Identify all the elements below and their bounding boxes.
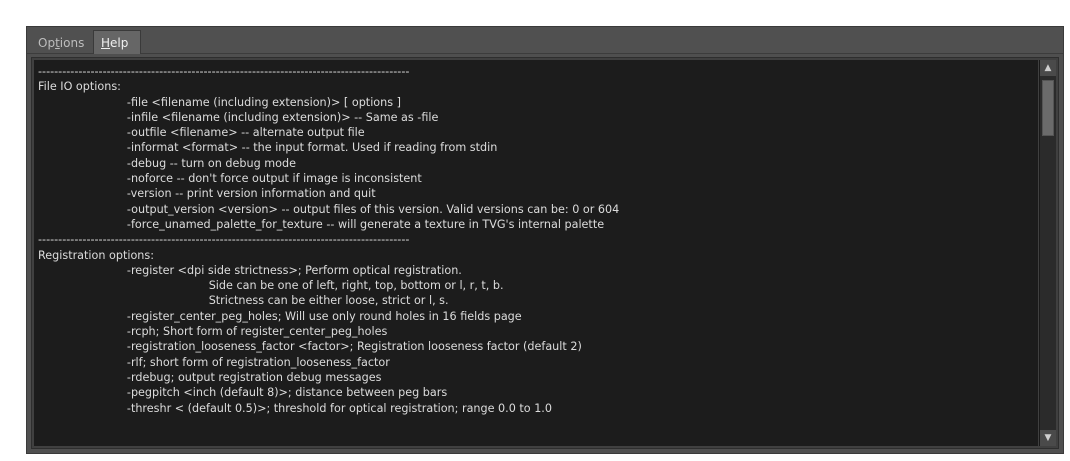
scroll-up-icon[interactable]: ▲ bbox=[1040, 60, 1056, 76]
tab-help-mnemonic: H bbox=[101, 36, 111, 50]
help-line: Strictness can be either loose, strict o… bbox=[38, 294, 449, 308]
tab-help[interactable]: Help bbox=[93, 30, 141, 54]
help-line: -registration_looseness_factor <factor>;… bbox=[38, 340, 582, 354]
help-text-area[interactable]: ----------------------------------------… bbox=[34, 60, 1038, 446]
help-line: -infile <filename (including extension)>… bbox=[38, 110, 439, 124]
help-line: ----------------------------------------… bbox=[38, 233, 410, 247]
tab-options-label-pre: Op bbox=[38, 36, 56, 50]
help-line: Side can be one of left, right, top, bot… bbox=[38, 279, 504, 293]
help-line: -noforce -- don't force output if image … bbox=[38, 172, 422, 186]
tab-options-label-post: ions bbox=[59, 36, 85, 50]
help-line: -rcph; Short form of register_center_peg… bbox=[38, 325, 388, 339]
help-line: -register_center_peg_holes; Will use onl… bbox=[38, 309, 522, 323]
help-line: -debug -- turn on debug mode bbox=[38, 156, 296, 170]
help-dialog: Options Help ---------------------------… bbox=[26, 26, 1064, 454]
help-line: -version -- print version information an… bbox=[38, 187, 376, 201]
help-panel: ----------------------------------------… bbox=[31, 57, 1059, 449]
help-line: -register <dpi side strictness>; Perform… bbox=[38, 263, 462, 277]
help-line: Registration options: bbox=[38, 248, 154, 262]
help-line: -informat <format> -- the input format. … bbox=[38, 141, 498, 155]
scrollbar-thumb[interactable] bbox=[1042, 80, 1054, 136]
tab-bar: Options Help bbox=[27, 27, 1063, 54]
help-line: -outfile <filename> -- alternate output … bbox=[38, 126, 365, 140]
tab-options[interactable]: Options bbox=[31, 33, 93, 53]
vertical-scrollbar[interactable]: ▲ ▼ bbox=[1039, 60, 1056, 446]
help-line: -force_unamed_palette_for_texture -- wil… bbox=[38, 217, 605, 231]
help-line: -rdebug; output registration debug messa… bbox=[38, 370, 382, 384]
help-line: File IO options: bbox=[38, 80, 121, 94]
tab-help-label-post: elp bbox=[110, 36, 129, 50]
help-line: -rlf; short form of registration_loosene… bbox=[38, 355, 390, 369]
help-line: -output_version <version> -- output file… bbox=[38, 202, 620, 216]
help-line: -threshr < (default 0.5)>; threshold for… bbox=[38, 401, 552, 415]
help-line: -pegpitch <inch (default 8)>; distance b… bbox=[38, 386, 448, 400]
scroll-down-icon[interactable]: ▼ bbox=[1040, 430, 1056, 446]
help-line: ----------------------------------------… bbox=[38, 65, 410, 78]
help-line: -file <filename (including extension)> [… bbox=[38, 95, 401, 109]
